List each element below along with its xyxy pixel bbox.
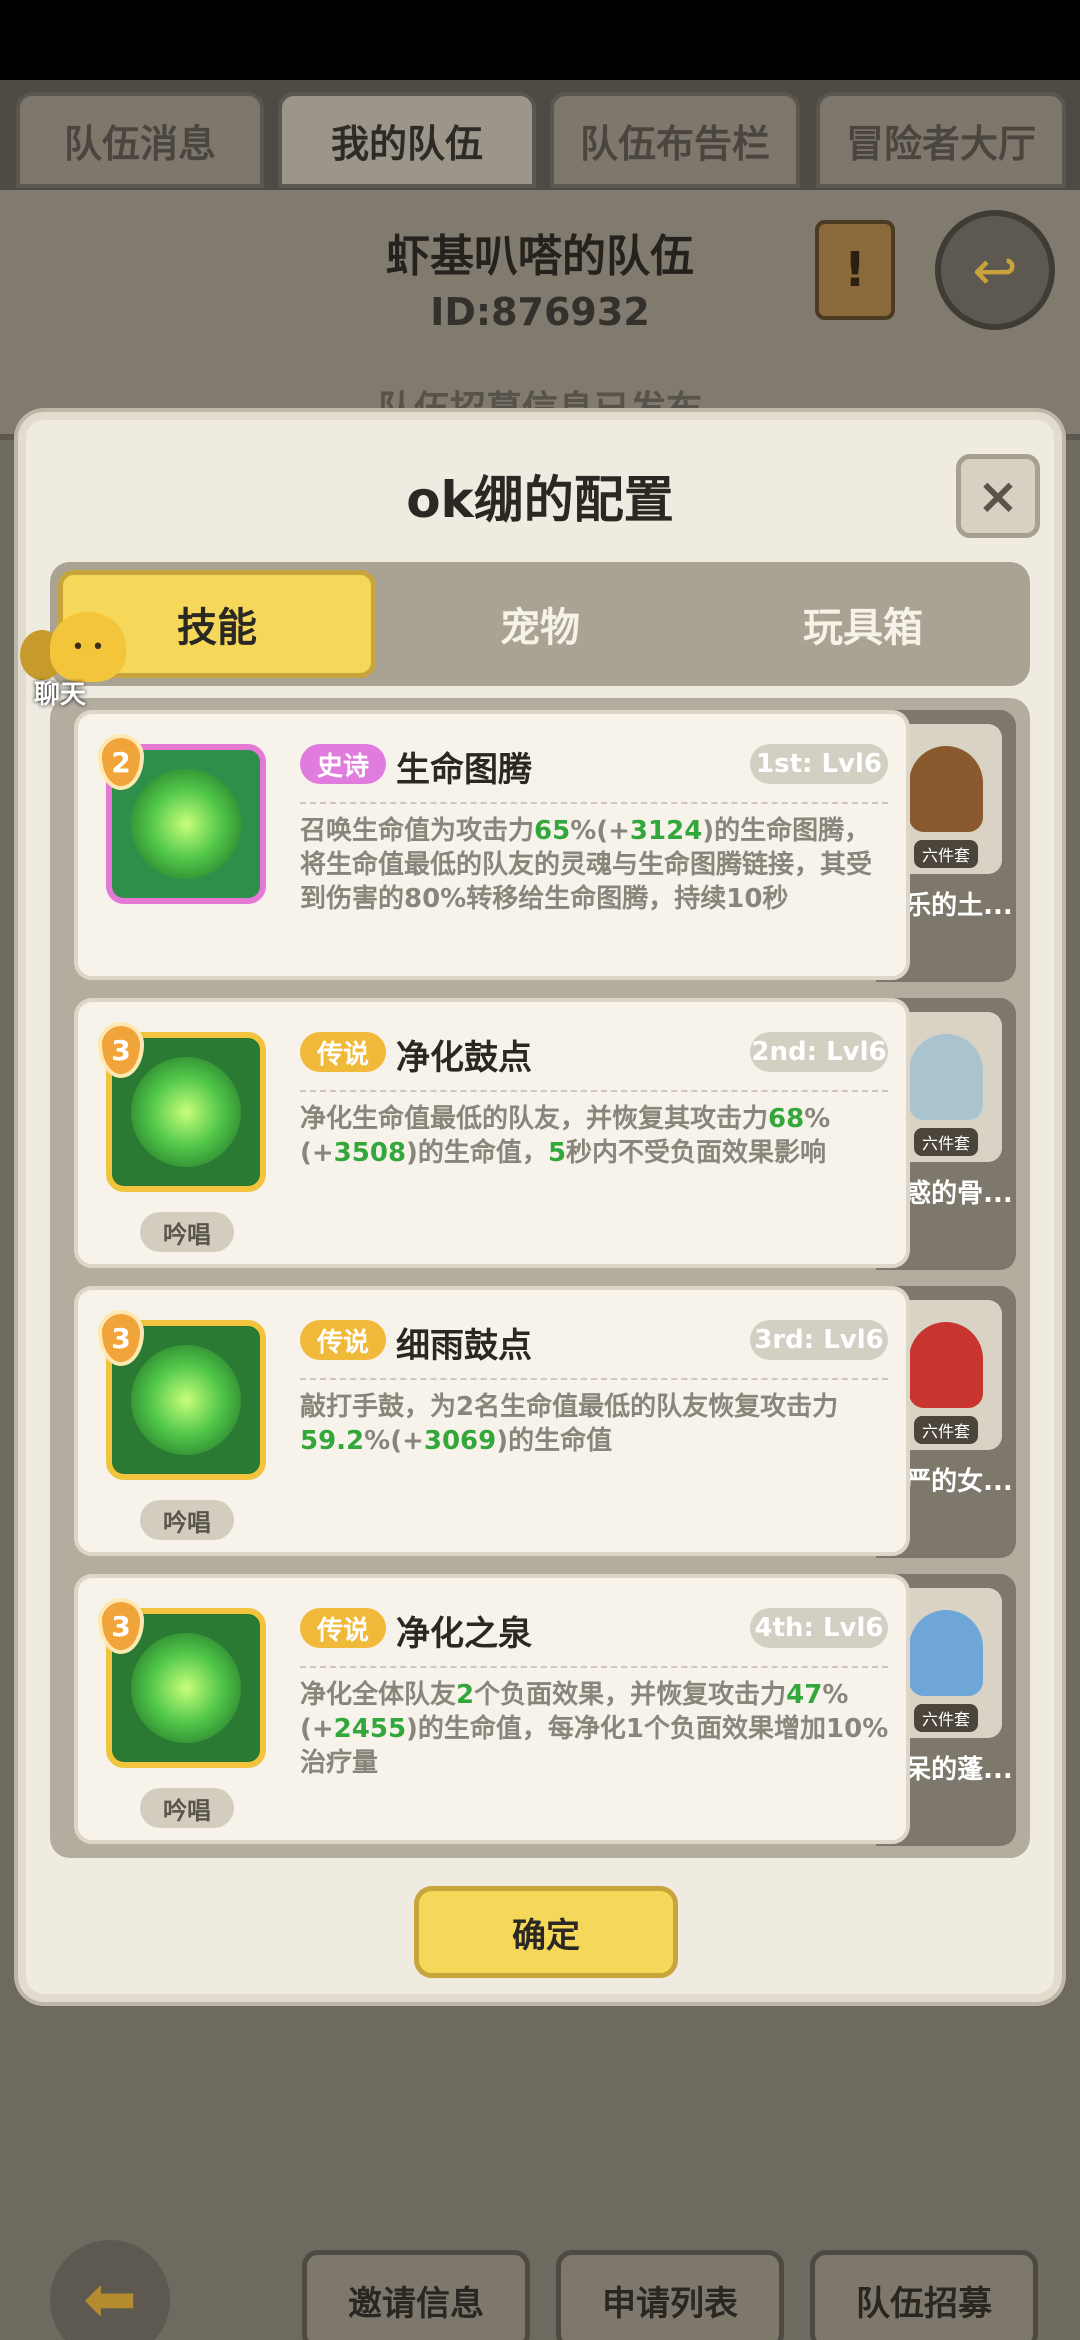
skill-name: 净化鼓点 [396,1038,532,1078]
rarity-badge: 传说 [300,1032,386,1072]
team-recruit-button[interactable]: 队伍招募 [810,2250,1038,2340]
drum-glow-icon [131,1057,241,1167]
apply-list-button[interactable]: 申请列表 [556,2250,784,2340]
tab-my-team[interactable]: 我的队伍 [278,92,536,188]
chant-tag: 吟唱 [140,1500,234,1540]
tab-adventurer-hall[interactable]: 冒险者大厅 [816,92,1066,188]
tab-pets[interactable]: 宠物 [381,570,699,678]
team-id: ID:876932 [430,290,650,334]
pet-figure [909,1610,983,1696]
totem-glow-icon [131,769,241,879]
config-modal: ok绷的配置 × 技能 宠物 玩具箱 六件套 快乐的土... 六件套 困惑的骨.… [18,412,1062,2002]
modal-tab-bar: 技能 宠物 玩具箱 [50,562,1030,686]
pet-set-badge: 六件套 [913,1416,978,1444]
notice-scroll-icon[interactable]: ! [815,220,895,320]
pet-figure [909,746,983,832]
tab-team-messages[interactable]: 队伍消息 [16,92,264,188]
skill-name: 净化之泉 [396,1614,532,1654]
pet-set-badge: 六件套 [913,1128,978,1156]
rarity-badge: 传说 [300,1320,386,1360]
chant-tag: 吟唱 [140,1212,234,1252]
skill-card-2[interactable]: 3 吟唱 传说 净化鼓点 2nd: Lvl6 净化生命值最低的队友，并恢复其攻击… [74,998,910,1268]
divider [300,802,888,804]
pet-figure [909,1034,983,1120]
skill-description: 召唤生命值为攻击力65%(+3124)的生命图腾，将生命值最低的队友的灵魂与生命… [300,816,873,914]
chant-tag: 吟唱 [140,1788,234,1828]
rain-glow-icon [131,1345,241,1455]
confirm-button[interactable]: 确定 [414,1886,678,1978]
skill-description: 敲打手鼓，为2名生命值最低的队友恢复攻击力59.2%(+3069)的生命值 [300,1392,839,1456]
skill-name: 细雨鼓点 [396,1326,532,1366]
tab-toybox[interactable]: 玩具箱 [704,570,1022,678]
status-bar [0,0,1080,80]
invite-info-button[interactable]: 邀请信息 [302,2250,530,2340]
modal-title: ok绷的配置 [406,471,674,529]
skill-slot-tag: 2nd: Lvl6 [750,1032,888,1072]
divider [300,1378,888,1380]
skill-card-4[interactable]: 3 吟唱 传说 净化之泉 4th: Lvl6 净化全体队友2个负面效果，并恢复攻… [74,1574,910,1844]
rarity-badge: 史诗 [300,744,386,784]
spring-glow-icon [131,1633,241,1743]
team-name: 虾基叭嗒的队伍 [386,231,694,282]
chat-label: 聊天 [34,680,87,710]
divider [300,1666,888,1668]
skill-slot-tag: 1st: Lvl6 [750,744,888,784]
chat-mascot-icon: • • [50,612,126,682]
skill-description: 净化生命值最低的队友，并恢复其攻击力68%(+3508)的生命值，5秒内不受负面… [300,1104,831,1168]
back-arrow-icon[interactable]: ⬅ [50,2240,170,2340]
skill-slot-tag: 3rd: Lvl6 [750,1320,888,1360]
skill-card-1[interactable]: 2 史诗 生命图腾 1st: Lvl6 召唤生命值为攻击力65%(+3124)的… [74,710,910,980]
pet-figure [909,1322,983,1408]
pet-set-badge: 六件套 [913,1704,978,1732]
exit-team-icon[interactable]: ↩ [935,210,1055,330]
skill-card-3[interactable]: 3 吟唱 传说 细雨鼓点 3rd: Lvl6 敲打手鼓，为2名生命值最低的队友恢… [74,1286,910,1556]
rarity-badge: 传说 [300,1608,386,1648]
skill-description: 净化全体队友2个负面效果，并恢复攻击力47%(+2455)的生命值，每净化1个负… [300,1680,889,1778]
close-button[interactable]: × [956,454,1040,538]
divider [300,1090,888,1092]
skill-slot-tag: 4th: Lvl6 [750,1608,888,1648]
tab-team-board[interactable]: 队伍布告栏 [550,92,800,188]
skill-name: 生命图腾 [396,750,532,790]
pet-set-badge: 六件套 [913,840,978,868]
top-tab-bar: 队伍消息 我的队伍 队伍布告栏 冒险者大厅 [0,80,1080,190]
chat-float-button[interactable]: • • 聊天 [12,612,126,712]
